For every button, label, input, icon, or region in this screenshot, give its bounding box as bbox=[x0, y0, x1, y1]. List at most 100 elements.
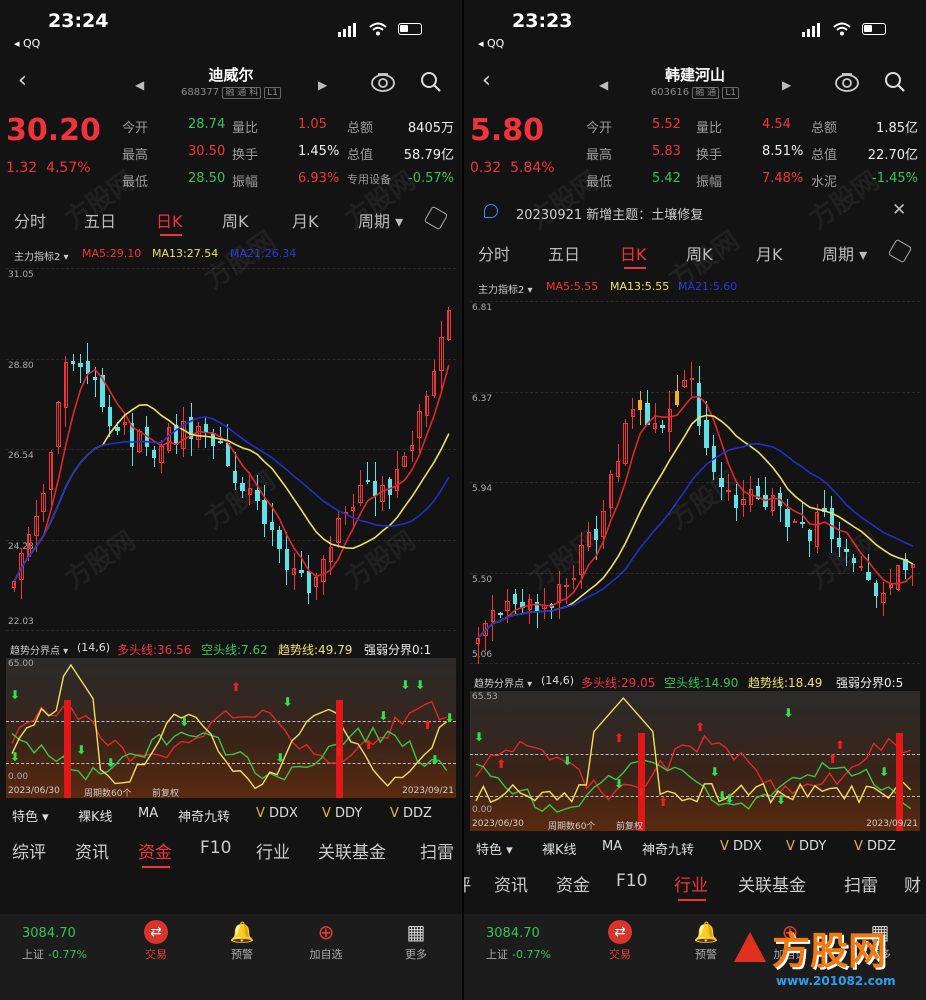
info-tab[interactable]: 综评 bbox=[12, 838, 46, 863]
info-tab[interactable]: F10 bbox=[616, 871, 647, 891]
dock-label: 交易 bbox=[609, 948, 631, 961]
info-tab[interactable]: 行业 bbox=[674, 871, 708, 896]
indicator-tool-button[interactable]: V DDX bbox=[256, 806, 298, 821]
adjustment-mode: 前复权 bbox=[616, 822, 644, 832]
info-tab[interactable]: 资讯 bbox=[75, 838, 109, 863]
signal-bar bbox=[63, 700, 71, 798]
tool-label: DDZ bbox=[403, 806, 432, 821]
indicator-tool-button[interactable]: 裸K线 bbox=[542, 839, 577, 858]
indicator-tool-button[interactable]: 神奇九转 bbox=[642, 839, 694, 858]
indicator-tool-button[interactable]: 特色 ▾ bbox=[476, 839, 513, 858]
info-tab[interactable]: 评 bbox=[464, 871, 471, 896]
tool-label: DDY bbox=[799, 839, 827, 854]
sub-date-end: 2023/09/21 bbox=[866, 819, 918, 829]
trade-icon[interactable]: ⇄ bbox=[608, 920, 632, 944]
down-arrow-icon: ⬇ bbox=[444, 710, 455, 725]
up-arrow-icon: ⬆ bbox=[496, 757, 507, 772]
down-arrow-icon: ⬇ bbox=[400, 678, 411, 692]
tool-label: MA bbox=[138, 806, 159, 821]
active-info-tab-underline bbox=[142, 866, 170, 868]
trade-icon[interactable]: ⇄ bbox=[144, 920, 168, 944]
down-arrow-icon: ⬇ bbox=[613, 776, 625, 791]
vip-icon: V bbox=[786, 839, 800, 854]
index-name-change: 上证 -0.77% bbox=[22, 946, 87, 962]
sub-date-end: 2023/09/21 bbox=[402, 786, 454, 796]
up-arrow-icon: ⬆ bbox=[231, 679, 242, 694]
tool-label: DDZ bbox=[867, 839, 896, 854]
vip-icon: V bbox=[390, 806, 404, 821]
brand-url: www.201082.com bbox=[776, 974, 896, 988]
signal-bar bbox=[895, 733, 903, 831]
up-arrow-icon: ⬆ bbox=[363, 737, 374, 752]
tool-label: DDX bbox=[269, 806, 298, 821]
vip-icon: V bbox=[720, 839, 734, 854]
tool-label: DDX bbox=[733, 839, 762, 854]
tool-label: 特色 ▾ bbox=[476, 843, 513, 858]
indicator-tool-button[interactable]: 裸K线 bbox=[78, 806, 113, 825]
down-arrow-icon: ⬇ bbox=[282, 694, 293, 709]
down-arrow-icon: ⬇ bbox=[76, 743, 87, 758]
dock-label: 交易 bbox=[145, 948, 167, 961]
down-arrow-icon: ⬇ bbox=[717, 788, 728, 803]
info-tab[interactable]: 扫雷 bbox=[844, 871, 878, 896]
left-phone-screen: 23:24 ◂ QQ ‹ ◀ 迪威尔 688377 融 通 科 L1 ▶ 30.… bbox=[0, 0, 462, 1000]
dock-label: 预警 bbox=[231, 948, 253, 961]
down-arrow-icon: ⬇ bbox=[10, 750, 21, 765]
index-name-change: 上证 -0.77% bbox=[486, 946, 551, 962]
add-watchlist-icon[interactable]: ⊕ bbox=[306, 920, 346, 944]
alert-bell-icon[interactable]: 🔔 bbox=[686, 920, 726, 944]
more-grid-icon[interactable]: ▦ bbox=[396, 920, 436, 944]
signal-bar bbox=[638, 733, 646, 831]
indicator-tool-button[interactable]: V DDZ bbox=[390, 806, 432, 821]
down-arrow-icon: ⬇ bbox=[879, 765, 890, 780]
down-arrow-icon: ⬇ bbox=[474, 729, 485, 744]
info-tab[interactable]: 关联基金 bbox=[738, 871, 806, 896]
indicator-tool-button[interactable]: MA bbox=[602, 839, 622, 854]
right-phone-screen: 23:23 ◂ QQ ‹ ◀ 韩建河山 603616 融 通 L1 ▶ 5.80… bbox=[464, 0, 926, 1000]
index-name: 上证 bbox=[22, 948, 44, 961]
down-arrow-icon: ⬇ bbox=[429, 752, 440, 767]
info-tab[interactable]: 行业 bbox=[256, 838, 290, 863]
info-tab[interactable]: 扫雷 bbox=[420, 838, 454, 863]
tool-label: MA bbox=[602, 839, 623, 854]
up-arrow-icon: ⬆ bbox=[422, 718, 433, 733]
indicator-tool-button[interactable]: MA bbox=[138, 806, 158, 821]
indicator-tool-button[interactable]: V DDY bbox=[786, 839, 826, 854]
indicator-tool-button[interactable]: 神奇九转 bbox=[178, 806, 230, 825]
indicator-tool-button[interactable]: V DDY bbox=[322, 806, 362, 821]
down-arrow-icon: ⬇ bbox=[709, 764, 720, 779]
info-tab[interactable]: F10 bbox=[200, 838, 231, 858]
sub-date-start: 2023/06/30 bbox=[8, 786, 60, 796]
info-tab[interactable]: 关联基金 bbox=[318, 838, 386, 863]
index-change: -0.77% bbox=[48, 948, 87, 961]
dock-label: 加自选 bbox=[309, 948, 343, 961]
down-arrow-icon: ⬇ bbox=[378, 709, 389, 724]
indicator-tool-button[interactable]: 特色 ▾ bbox=[12, 806, 49, 825]
tool-label: 特色 ▾ bbox=[12, 810, 49, 825]
trend-lines bbox=[475, 696, 912, 813]
alert-bell-icon[interactable]: 🔔 bbox=[222, 920, 262, 944]
dock-label: 更多 bbox=[405, 948, 427, 961]
up-arrow-icon: ⬆ bbox=[613, 730, 625, 745]
brand-name: 方股网 bbox=[772, 929, 887, 973]
vip-icon: V bbox=[256, 806, 270, 821]
info-tab[interactable]: 资金 bbox=[556, 871, 590, 896]
index-value[interactable]: 3084.70 bbox=[22, 926, 76, 941]
down-arrow-icon: ⬇ bbox=[783, 706, 794, 721]
up-arrow-icon: ⬆ bbox=[636, 784, 647, 799]
index-value[interactable]: 3084.70 bbox=[486, 926, 540, 941]
info-tab[interactable]: 财 bbox=[904, 871, 921, 896]
indicator-tool-button[interactable]: V DDX bbox=[720, 839, 762, 854]
info-tab[interactable]: 资金 bbox=[138, 838, 172, 863]
info-tab[interactable]: 资讯 bbox=[494, 871, 528, 896]
sub-date-start: 2023/06/30 bbox=[472, 819, 524, 829]
adjustment-mode: 前复权 bbox=[152, 789, 180, 799]
indicator-tool-button[interactable]: V DDZ bbox=[854, 839, 896, 854]
down-arrow-icon: ⬇ bbox=[10, 687, 21, 702]
index-name: 上证 bbox=[486, 948, 508, 961]
active-info-tab-underline bbox=[678, 899, 706, 901]
tool-label: 裸K线 bbox=[542, 843, 577, 858]
up-arrow-icon: ⬆ bbox=[658, 794, 669, 809]
tool-label: 神奇九转 bbox=[178, 810, 231, 825]
up-arrow-icon: ⬆ bbox=[334, 745, 345, 760]
